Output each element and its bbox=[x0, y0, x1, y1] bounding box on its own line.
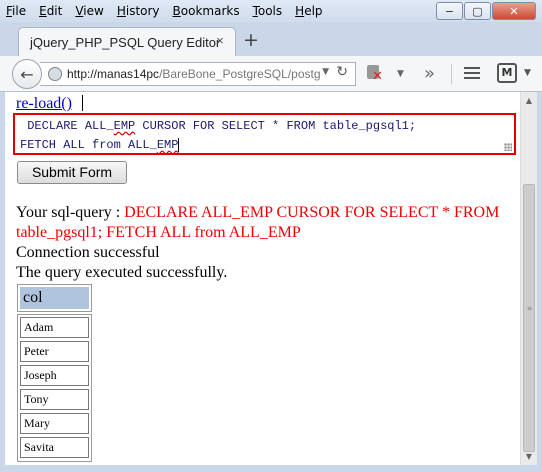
query-status: The query executed successfully. bbox=[16, 264, 228, 281]
url-bar[interactable]: http://manas14pc/BareBone_PostgreSQL/pos… bbox=[40, 62, 356, 86]
close-tab-icon[interactable]: × bbox=[213, 34, 227, 48]
url-path: /BareBone_PostgreSQL/postg bbox=[159, 67, 321, 81]
page-viewport: re-load() DECLARE ALL_EMP CURSOR FOR SEL… bbox=[5, 92, 520, 465]
url-dropdown-icon[interactable]: ▼ bbox=[322, 67, 329, 77]
dropdown-icon[interactable]: ▼ bbox=[397, 69, 404, 79]
window-bottom-border bbox=[0, 465, 542, 472]
navigation-bar: http://manas14pc/BareBone_PostgreSQL/pos… bbox=[0, 56, 542, 92]
query-line1-suffix: CURSOR FOR SELECT * FROM table_pgsql1; bbox=[135, 119, 417, 133]
scroll-up-arrow-icon[interactable]: ▲ bbox=[521, 92, 537, 109]
menu-tools[interactable]: Tools bbox=[253, 4, 283, 18]
table-cell: Tony bbox=[20, 389, 89, 410]
overflow-chevron-icon[interactable]: » bbox=[424, 63, 435, 84]
resize-grip-icon[interactable] bbox=[504, 143, 512, 151]
table-cell: Peter bbox=[20, 341, 89, 362]
menu-view[interactable]: View bbox=[75, 4, 103, 18]
reload-link[interactable]: re-load() bbox=[16, 95, 72, 113]
maximize-button[interactable]: ▢ bbox=[464, 2, 491, 20]
tab-query-editor[interactable]: jQuery_PHP_PSQL Query Editor × bbox=[18, 27, 236, 56]
tab-bar: jQuery_PHP_PSQL Query Editor × + bbox=[0, 22, 542, 56]
menu-bar: File Edit View History Bookmarks Tools Help − … bbox=[0, 0, 542, 22]
column-header-table: col bbox=[17, 284, 92, 312]
sql-label: Your sql-query : bbox=[16, 204, 125, 221]
connection-status: Connection successful bbox=[16, 244, 160, 261]
query-line1-prefix: DECLARE ALL_ bbox=[20, 119, 114, 133]
table-cell: Joseph bbox=[20, 365, 89, 386]
minimize-button[interactable]: − bbox=[436, 2, 463, 20]
table-cell: Savita bbox=[20, 437, 89, 458]
query-line1-spell: EMP bbox=[113, 119, 136, 133]
toolbar-separator bbox=[451, 64, 452, 84]
new-tab-icon[interactable]: + bbox=[243, 29, 259, 51]
close-window-button[interactable]: ✕ bbox=[492, 2, 536, 20]
extension-dropdown-icon[interactable]: ▼ bbox=[524, 68, 531, 78]
query-line2-prefix: FETCH ALL from ALL_ bbox=[20, 138, 157, 152]
table-cell: Adam bbox=[20, 317, 89, 338]
query-line2-spell: EMP bbox=[156, 138, 179, 152]
result-block: Your sql-query : DECLARE ALL_EMP CURSOR … bbox=[16, 203, 516, 283]
menu-edit[interactable]: Edit bbox=[39, 4, 62, 18]
globe-icon bbox=[48, 67, 62, 81]
text-caret bbox=[82, 95, 83, 111]
scroll-down-arrow-icon[interactable]: ▼ bbox=[521, 448, 537, 465]
menu-items: File Edit View History Bookmarks Tools Help bbox=[6, 4, 336, 18]
back-arrow-icon: ← bbox=[20, 64, 34, 84]
table-cell: Mary bbox=[20, 413, 89, 434]
tab-title: jQuery_PHP_PSQL Query Editor bbox=[30, 34, 221, 50]
extension-icon[interactable]: M bbox=[497, 63, 517, 83]
thumb-grip-icon: ≡ bbox=[527, 305, 533, 312]
submit-form-button[interactable]: Submit Form bbox=[17, 161, 127, 184]
column-header: col bbox=[20, 287, 89, 309]
textarea-caret bbox=[178, 137, 180, 152]
back-button[interactable]: ← bbox=[12, 59, 42, 89]
url-host: http://manas14pc bbox=[67, 67, 160, 81]
blocked-content-icon[interactable]: ✕ bbox=[364, 64, 383, 84]
data-table: Adam Peter Joseph Tony Mary Savita bbox=[17, 314, 92, 462]
menu-help[interactable]: Help bbox=[295, 4, 322, 18]
menu-file[interactable]: File bbox=[6, 4, 26, 18]
sql-echo: Your sql-query : DECLARE ALL_EMP CURSOR … bbox=[16, 203, 516, 243]
url-text: http://manas14pc/BareBone_PostgreSQL/pos… bbox=[67, 67, 325, 81]
scroll-thumb[interactable]: ≡ bbox=[523, 184, 535, 452]
window-controls: − ▢ ✕ bbox=[436, 2, 536, 20]
reload-icon[interactable]: ↻ bbox=[336, 64, 348, 80]
menu-icon[interactable] bbox=[464, 67, 480, 82]
menu-history[interactable]: History bbox=[117, 4, 160, 18]
menu-bookmarks[interactable]: Bookmarks bbox=[173, 4, 240, 18]
query-textarea[interactable]: DECLARE ALL_EMP CURSOR FOR SELECT * FROM… bbox=[13, 113, 516, 155]
vertical-scrollbar[interactable]: ▲ ≡ ▼ bbox=[520, 92, 537, 465]
